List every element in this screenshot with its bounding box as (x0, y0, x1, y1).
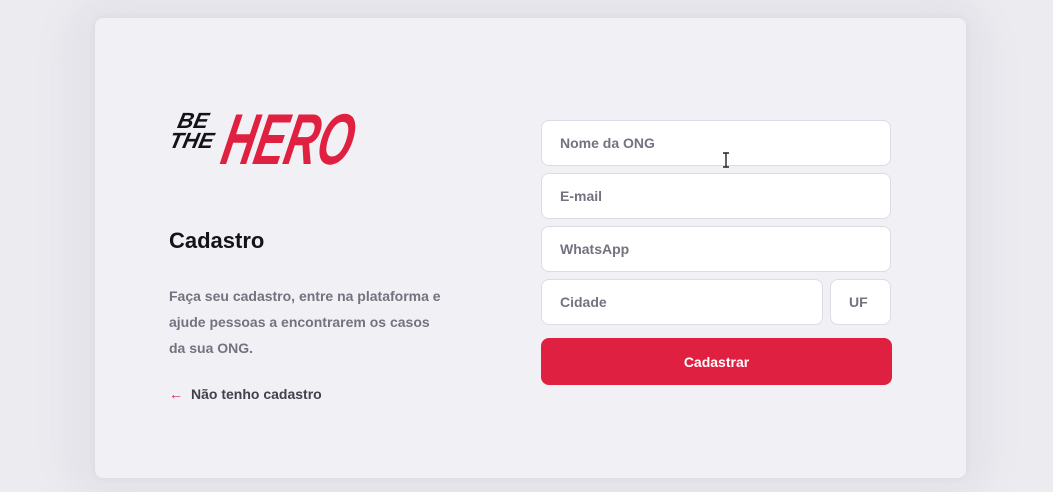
city-uf-row (541, 279, 891, 325)
register-form: Cadastrar (541, 120, 892, 385)
svg-text:THE: THE (169, 128, 218, 153)
page-title: Cadastro (169, 228, 265, 253)
register-card: BE THE HERO Cadastro Faça seu cadastro, … (95, 18, 966, 478)
page-stage: BE THE HERO Cadastro Faça seu cadastro, … (0, 0, 1053, 492)
svg-text:HERO: HERO (215, 100, 362, 178)
uf-input[interactable] (830, 279, 891, 325)
back-link[interactable]: ← Não tenho cadastro (169, 386, 322, 402)
arrow-left-icon: ← (169, 386, 183, 402)
text-cursor-icon (723, 152, 729, 168)
page-description: Faça seu cadastro, entre na plataforma e… (169, 288, 441, 356)
back-link-label: Não tenho cadastro (191, 386, 322, 402)
whatsapp-input[interactable] (541, 226, 891, 272)
submit-button[interactable]: Cadastrar (541, 338, 892, 385)
email-input[interactable] (541, 173, 891, 219)
ong-name-input[interactable] (541, 120, 891, 166)
be-the-hero-logo: BE THE HERO (169, 100, 363, 178)
city-input[interactable] (541, 279, 823, 325)
